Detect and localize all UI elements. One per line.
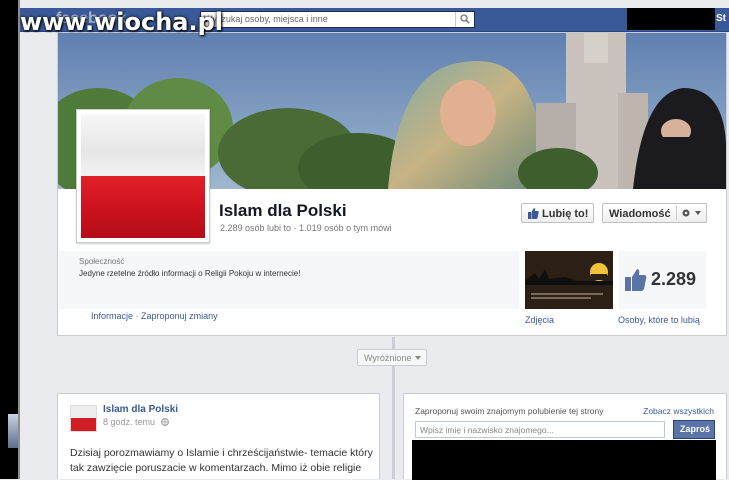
- post-timestamp[interactable]: 8 godz. temu: [103, 417, 169, 427]
- highlights-filter[interactable]: Wyróżnione: [357, 349, 427, 366]
- thumbs-up-icon: [528, 208, 539, 219]
- search-button[interactable]: [455, 12, 474, 27]
- likes-count: 2.289: [651, 269, 697, 289]
- see-all-link[interactable]: Zobacz wszystkich: [643, 406, 714, 416]
- friend-name-input[interactable]: Wpisz imię i nazwisko znajomego...: [415, 421, 665, 438]
- page-stats: 2.289 osób lubi to · 1.019 osób o tym mó…: [220, 223, 392, 233]
- settings-dropdown[interactable]: [676, 206, 707, 220]
- likes-link[interactable]: Osoby, które to lubią: [618, 315, 700, 325]
- photos-thumbnail[interactable]: [525, 251, 613, 309]
- post-author-avatar[interactable]: [70, 405, 97, 432]
- highlights-label: Wyróżnione: [364, 353, 412, 363]
- like-button-label: Lubię to!: [542, 208, 589, 220]
- search-input[interactable]: Wyszukaj osoby, miejsca i inne: [200, 11, 475, 28]
- thumbs-up-icon: [625, 269, 647, 291]
- site-watermark: www.wiocha.pl: [20, 8, 224, 36]
- page-description: Jedyne rzetelne źródło informacji o Reli…: [79, 269, 301, 278]
- redacted-area: [627, 8, 715, 30]
- redacted-friends-list: [412, 440, 716, 480]
- globe-icon: [160, 418, 169, 426]
- timeline-post: Islam dla Polski 8 godz. temu Dzisiaj po…: [57, 393, 380, 479]
- page-category: Społeczność: [79, 257, 125, 266]
- invite-title: Zaproponuj swoim znajomym polubienie tej…: [415, 406, 604, 416]
- page-title: Islam dla Polski: [219, 201, 347, 220]
- suggest-edits-link[interactable]: Zaproponuj zmiany: [141, 311, 218, 321]
- friend-name-placeholder: Wpisz imię i nazwisko znajomego...: [420, 425, 554, 435]
- post-body: Dzisiaj porozmawiamy o Islamie i chrześc…: [70, 447, 373, 474]
- message-button-label: Wiadomość: [609, 208, 671, 220]
- left-black-margin: [0, 0, 18, 479]
- page-header-card: Islam dla Polski 2.289 osób lubi to · 1.…: [57, 32, 727, 336]
- about-section: Społeczność Jedyne rzetelne źródło infor…: [59, 251, 519, 309]
- polish-flag-image: [81, 114, 205, 238]
- about-links: Informacje · Zaproponuj zmiany: [91, 311, 218, 321]
- profile-picture[interactable]: [76, 109, 210, 243]
- top-nav-link[interactable]: St: [716, 13, 726, 24]
- search-icon: [460, 14, 470, 24]
- sidebar-app-icon[interactable]: [8, 414, 18, 448]
- post-author-name[interactable]: Islam dla Polski: [103, 404, 178, 415]
- invite-button-label: Zaproś: [680, 424, 711, 434]
- invite-friends-box: Zaproponuj swoim znajomym polubienie tej…: [403, 393, 727, 480]
- gear-icon: [682, 209, 701, 217]
- chevron-down-icon: [415, 356, 421, 360]
- message-button[interactable]: Wiadomość: [602, 203, 707, 223]
- like-button[interactable]: Lubię to!: [521, 203, 594, 223]
- photos-thumbnail-image: [525, 251, 613, 309]
- photos-link[interactable]: Zdjęcia: [525, 315, 554, 325]
- invite-button[interactable]: Zaproś: [673, 420, 715, 439]
- left-divider: [18, 0, 20, 479]
- info-link[interactable]: Informacje: [91, 311, 133, 321]
